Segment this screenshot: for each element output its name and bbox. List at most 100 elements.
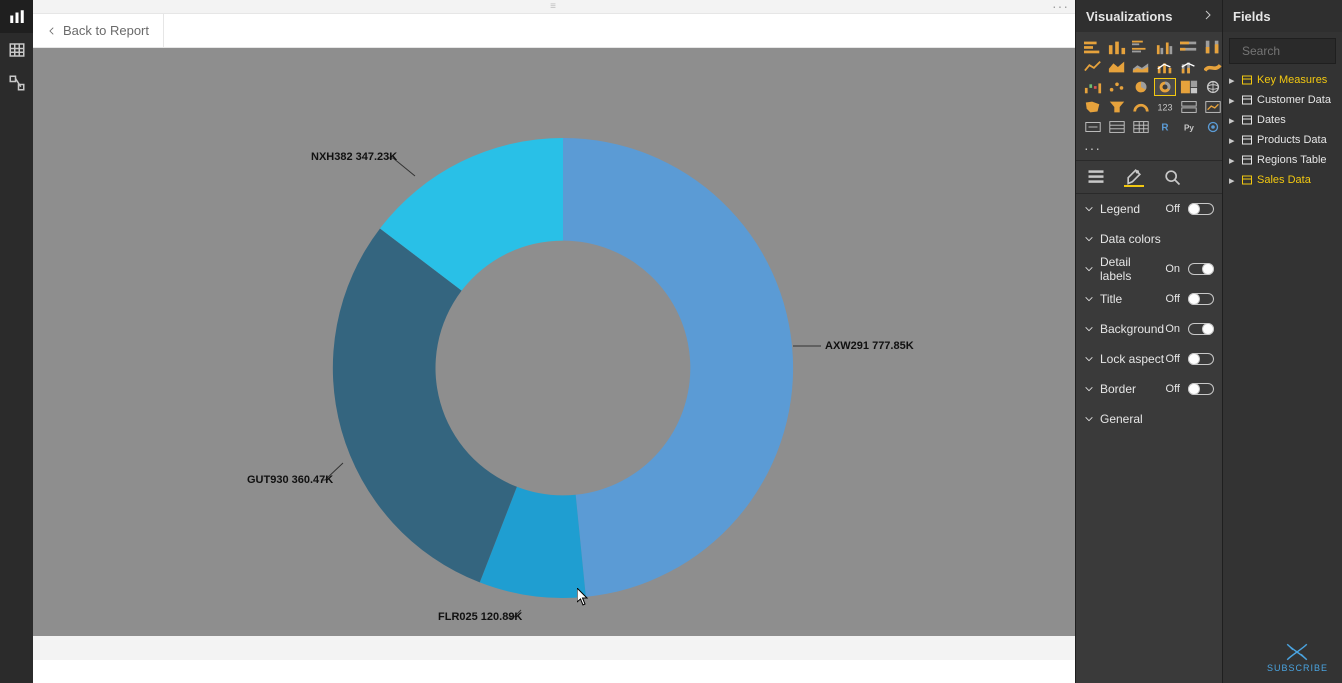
chevron-down-icon (1084, 234, 1094, 244)
format-row-2[interactable]: Detail labels On (1076, 254, 1222, 284)
viz-clustered-bar[interactable] (1130, 38, 1152, 56)
format-tab-icon[interactable] (1124, 167, 1144, 187)
format-label: Data colors (1100, 232, 1161, 246)
format-tabs (1076, 160, 1222, 194)
toggle[interactable] (1188, 293, 1214, 305)
toggle[interactable] (1188, 383, 1214, 395)
viz-waterfall[interactable] (1082, 78, 1104, 96)
field-label: Sales Data (1257, 174, 1311, 186)
format-label: Background (1100, 322, 1164, 336)
focus-bar: Back to Report (33, 14, 1075, 48)
table-icon (1241, 74, 1253, 86)
field-table-3[interactable]: ▸ Products Data (1225, 130, 1340, 150)
format-state: On (1165, 323, 1180, 335)
viz-line-stacked-column[interactable] (1178, 58, 1200, 76)
svg-text:R: R (1161, 123, 1168, 134)
viz-stacked-column[interactable] (1106, 38, 1128, 56)
page-tab-strip[interactable] (33, 636, 1075, 660)
field-table-1[interactable]: ▸ Customer Data (1225, 90, 1340, 110)
viz-more-icon[interactable]: ··· (1076, 140, 1222, 160)
format-row-0[interactable]: Legend Off (1076, 194, 1222, 224)
viz-pie[interactable] (1130, 78, 1152, 96)
field-table-2[interactable]: ▸ Dates (1225, 110, 1340, 130)
analytics-tab-icon[interactable] (1162, 167, 1182, 187)
visualizations-header[interactable]: Visualizations (1076, 0, 1222, 32)
search-input[interactable] (1242, 44, 1342, 58)
format-state: On (1165, 263, 1180, 275)
format-row-7[interactable]: General (1076, 404, 1222, 434)
back-label: Back to Report (63, 23, 149, 38)
viz-area[interactable] (1106, 58, 1128, 76)
viz-100-stacked-bar[interactable] (1178, 38, 1200, 56)
chevron-down-icon (1084, 264, 1094, 274)
field-table-0[interactable]: ▸ Key Measures (1225, 70, 1340, 90)
viz-table[interactable] (1106, 118, 1128, 136)
format-property-list: Legend Off Data colors Detail labels On … (1076, 194, 1222, 434)
toggle[interactable] (1188, 263, 1214, 275)
toggle[interactable] (1188, 323, 1214, 335)
viz-scatter[interactable] (1106, 78, 1128, 96)
field-table-4[interactable]: ▸ Regions Table (1225, 150, 1340, 170)
field-label: Dates (1257, 114, 1286, 126)
back-to-report-button[interactable]: Back to Report (33, 14, 164, 47)
viz-stacked-bar[interactable] (1082, 38, 1104, 56)
viz-ribbon[interactable] (1202, 58, 1224, 76)
toggle[interactable] (1188, 203, 1214, 215)
viz-funnel[interactable] (1106, 98, 1128, 116)
viz-100-stacked-column[interactable] (1202, 38, 1224, 56)
chevron-down-icon (1084, 384, 1094, 394)
donut-chart[interactable] (323, 128, 803, 608)
viz-kpi[interactable] (1202, 98, 1224, 116)
chevron-down-icon (1084, 324, 1094, 334)
viz-clustered-column[interactable] (1154, 38, 1176, 56)
format-row-3[interactable]: Title Off (1076, 284, 1222, 314)
toggle[interactable] (1188, 353, 1214, 365)
viz-py-script[interactable]: Py (1178, 118, 1200, 136)
viz-matrix[interactable] (1130, 118, 1152, 136)
report-canvas[interactable]: AXW291 777.85K FLR025 120.89K GUT930 360… (33, 48, 1075, 660)
viz-slicer[interactable] (1082, 118, 1104, 136)
chevron-down-icon (1084, 294, 1094, 304)
viz-stacked-area[interactable] (1130, 58, 1152, 76)
viz-map[interactable] (1202, 78, 1224, 96)
rail-report-view[interactable] (0, 0, 33, 33)
fields-table-list: ▸ Key Measures ▸ Customer Data ▸ Dates ▸… (1223, 68, 1342, 192)
format-row-1[interactable]: Data colors (1076, 224, 1222, 254)
format-state: Off (1166, 203, 1180, 215)
viz-line-clustered-column[interactable] (1154, 58, 1176, 76)
table-icon (1241, 94, 1253, 106)
fields-title: Fields (1233, 9, 1271, 24)
window-more-icon[interactable]: ··· (1052, 0, 1069, 14)
viz-donut[interactable] (1154, 78, 1176, 96)
chevron-down-icon (1084, 354, 1094, 364)
chevron-left-icon (47, 26, 57, 36)
viz-arcgis[interactable] (1202, 118, 1224, 136)
viz-treemap[interactable] (1178, 78, 1200, 96)
fields-tab-icon[interactable] (1086, 167, 1106, 187)
viz-card[interactable]: 123 (1154, 98, 1176, 116)
chevron-right-icon[interactable] (1202, 9, 1214, 24)
svg-text:123: 123 (1157, 103, 1172, 113)
field-label: Regions Table (1257, 154, 1327, 166)
format-row-4[interactable]: Background On (1076, 314, 1222, 344)
app-rail (0, 0, 33, 683)
viz-multi-row-card[interactable] (1178, 98, 1200, 116)
fields-search[interactable] (1229, 38, 1336, 64)
viz-filled-map[interactable] (1082, 98, 1104, 116)
viz-r-script[interactable]: R (1154, 118, 1176, 136)
rail-data-view[interactable] (0, 33, 33, 66)
fields-panel: Fields ▸ Key Measures ▸ Customer Data ▸ … (1222, 0, 1342, 683)
visualizations-panel: Visualizations (1075, 0, 1222, 683)
field-table-5[interactable]: ▸ Sales Data (1225, 170, 1340, 190)
viz-gauge[interactable] (1130, 98, 1152, 116)
rail-model-view[interactable] (0, 66, 33, 99)
fields-header[interactable]: Fields (1223, 0, 1342, 32)
grip-icon: ≡ (550, 1, 558, 12)
format-row-6[interactable]: Border Off (1076, 374, 1222, 404)
format-label: Legend (1100, 202, 1140, 216)
viz-line[interactable] (1082, 58, 1104, 76)
subscribe-label: SUBSCRIBE (1267, 663, 1328, 673)
dna-icon (1283, 641, 1311, 663)
format-row-5[interactable]: Lock aspect Off (1076, 344, 1222, 374)
format-label: Detail labels (1100, 255, 1165, 283)
